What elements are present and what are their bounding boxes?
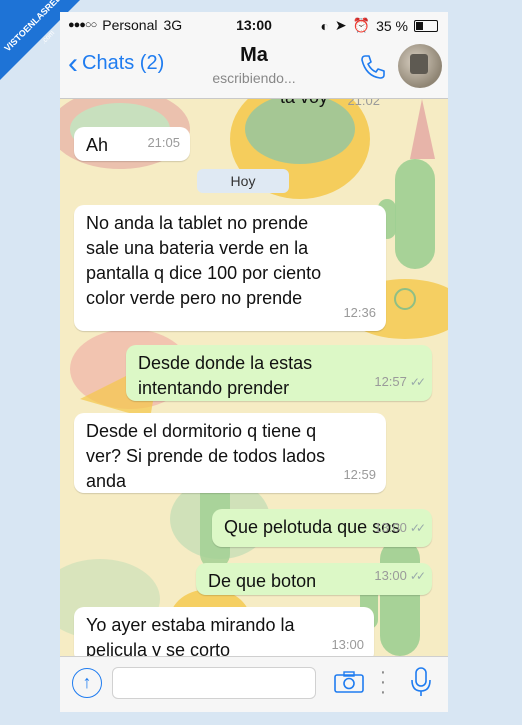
contact-name[interactable]: Ma [60,44,448,67]
read-receipt-icon: ✓✓ [409,569,426,583]
incoming-message[interactable]: Desde el dormitorio q tiene q ver? Si pre… [74,413,386,493]
location-icon: ➤ [334,17,347,33]
read-receipt-icon: ✓✓ [409,521,426,535]
contact-avatar[interactable] [398,44,442,88]
read-receipt-icon: ✓✓ [409,375,426,389]
message-time: 12:36 [343,305,376,320]
message-text: No anda la tablet no prende sale una bate… [86,213,322,308]
chat-app: ●●●○○ Personal 3G 13:00 ◐ ➤ ⏰ 35 % ‹ Cha… [60,12,448,712]
incoming-message[interactable]: No anda la tablet no prende sale una bate… [74,205,386,331]
message-text: Yo ayer estaba mirando la pelicula y se c… [86,615,295,656]
status-bar: ●●●○○ Personal 3G 13:00 ◐ ➤ ⏰ 35 % [60,12,448,38]
composer-bar: ↑ · · · [60,656,448,712]
attach-button[interactable]: ↑ [72,668,102,698]
message-time: 13:00 ✓✓ [374,568,426,583]
battery-icon [414,19,438,32]
arrow-up-icon: ↑ [82,672,92,692]
clipped-message: ta voy 21:02 [280,99,380,108]
phone-screen: ●●●○○ Personal 3G 13:00 ◐ ➤ ⏰ 35 % ‹ Cha… [60,12,448,712]
camera-icon[interactable] [334,671,364,693]
alarm-icon: ⏰ [352,17,371,33]
message-time: 12:59 [343,467,376,482]
message-input[interactable] [112,667,316,699]
phone-call-icon[interactable] [358,52,388,82]
message-time: 21:05 [147,135,180,150]
rotation-lock-icon: ◐ [320,17,329,34]
incoming-message[interactable]: Ah 21:05 [74,127,190,161]
message-time: 13:00 [331,637,364,652]
outgoing-message[interactable]: Desde donde la estas intentando prender 12… [126,345,432,401]
more-options-icon[interactable]: · · · [378,662,388,702]
message-time: 12:57 ✓✓ [374,374,426,389]
outgoing-message[interactable]: Que pelotuda que sos 13:00 ✓✓ [212,509,432,547]
message-time: 13:00 ✓✓ [374,520,426,535]
microphone-icon[interactable] [410,667,432,697]
outgoing-message[interactable]: De que boton 13:00 ✓✓ [196,563,432,595]
message-list[interactable]: ta voy 21:02 Ah21:05 No anda la tablet no… [60,99,448,656]
contact-status: escribiendo... [212,70,296,86]
date-divider: Hoy [197,169,289,193]
battery-percent: 35 % [376,17,408,34]
incoming-message[interactable]: Yo ayer estaba mirando la pelicula y se c… [74,607,374,656]
chat-header: ‹ Chats (2) Ma escribiendo... [60,38,448,99]
message-text: Desde el dormitorio q tiene q ver? Si pre… [86,421,326,491]
